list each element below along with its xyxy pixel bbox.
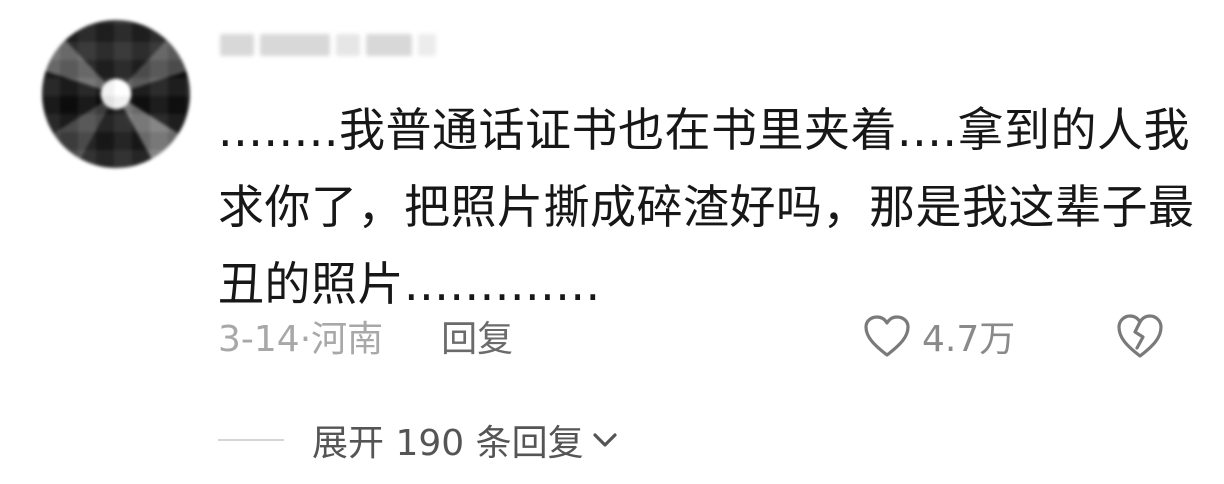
chevron-down-icon	[593, 433, 617, 447]
expand-replies-label: 展开 190 条回复	[312, 423, 584, 464]
like-count: 4.7万	[922, 319, 1016, 360]
comment-text: ........我普通话证书也在书里夹着....拿到的人我求你了，把照片撕成碎渣…	[218, 103, 1195, 311]
date-location: 3-14·河南	[218, 319, 384, 360]
comment-meta-row: 3-14·河南 回复 4.7万	[218, 306, 1178, 366]
divider-line	[218, 439, 284, 441]
reply-button[interactable]: 回复	[441, 310, 513, 362]
username-blurred[interactable]	[220, 28, 440, 62]
expand-replies-button[interactable]: 展开 190 条回复	[218, 410, 620, 470]
broken-heart-icon[interactable]	[1114, 312, 1166, 360]
avatar[interactable]	[42, 20, 190, 168]
like-button[interactable]: 4.7万	[862, 306, 1015, 366]
heart-outline-icon	[864, 315, 910, 357]
